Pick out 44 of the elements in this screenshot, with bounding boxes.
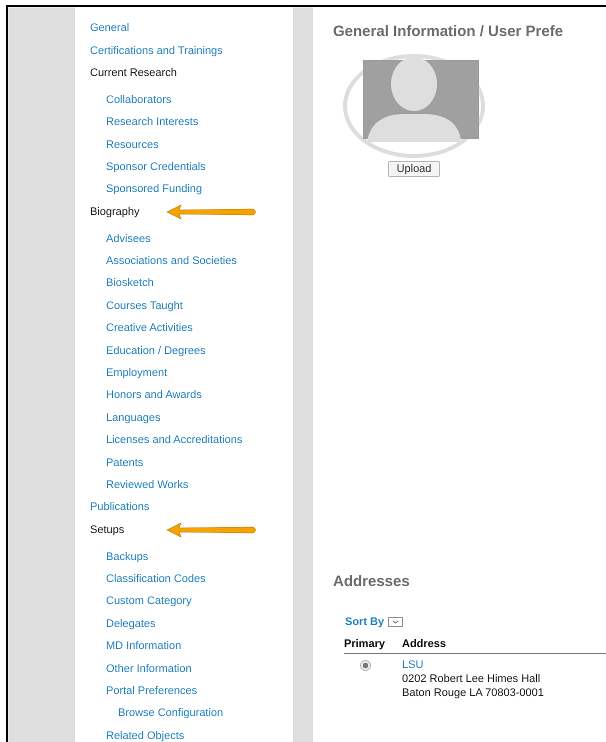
sidebar-link[interactable]: Collaborators <box>106 94 172 106</box>
sidebar-link[interactable]: Related Objects <box>106 730 184 742</box>
sort-by-link[interactable]: Sort By <box>345 616 384 628</box>
upload-button[interactable]: Upload <box>388 161 440 177</box>
sidebar-link[interactable]: Associations and Societies <box>106 255 237 268</box>
radio-button[interactable] <box>360 660 371 671</box>
avatar-icon <box>343 54 485 158</box>
sidebar-link[interactable]: Certifications and Trainings <box>90 44 223 57</box>
sidebar-link[interactable]: Backups <box>106 550 148 563</box>
sidebar-link[interactable]: Browse Configuration <box>118 707 224 720</box>
sidebar-heading: Setups <box>90 524 124 536</box>
sidebar-link[interactable]: Patents <box>106 456 144 469</box>
sidebar-link[interactable]: Sponsor Credentials <box>106 161 206 174</box>
address-line: 0202 Robert Lee Himes Hall <box>402 672 542 686</box>
sidebar-link[interactable]: MD Information <box>106 640 182 652</box>
sidebar-heading: Biography <box>90 206 140 218</box>
sidebar-link[interactable]: General <box>90 22 130 34</box>
sidebar-link[interactable]: Sponsored Funding <box>106 183 202 196</box>
column-header: Primary <box>344 638 386 650</box>
sidebar-link[interactable]: Biosketch <box>106 277 154 290</box>
sidebar-link[interactable]: Portal Preferences <box>106 685 198 698</box>
sidebar-link[interactable]: Custom Category <box>106 595 192 608</box>
sidebar-link[interactable]: Other Information <box>106 662 192 675</box>
sidebar-link[interactable]: Licenses and Accreditations <box>106 434 242 446</box>
sidebar-link[interactable]: Classification Codes <box>106 573 206 586</box>
sidebar-link[interactable]: Publications <box>90 501 150 514</box>
sidebar-link[interactable]: Research Interests <box>106 116 198 128</box>
sidebar-link[interactable]: Honors and Awards <box>106 389 202 402</box>
sidebar-link[interactable]: Creative Activities <box>106 322 193 334</box>
dropdown-icon[interactable] <box>388 617 404 627</box>
sidebar-link[interactable]: Advisees <box>106 232 151 245</box>
sidebar-link[interactable]: Education / Degrees <box>106 344 206 357</box>
sidebar-link[interactable]: Employment <box>106 367 168 380</box>
page-title: General Information / User Prefe <box>333 23 564 40</box>
sidebar-heading: Current Research <box>90 66 177 79</box>
address-link[interactable]: LSU <box>402 658 544 672</box>
sidebar-link[interactable]: Delegates <box>106 618 156 630</box>
sidebar-link[interactable]: Resources <box>106 138 159 151</box>
sidebar-link[interactable]: Languages <box>106 412 160 424</box>
section-heading: Addresses <box>333 573 411 590</box>
address-line: Baton Rouge LA 70803-0001 <box>402 686 544 700</box>
column-header: Address <box>402 638 446 650</box>
sidebar-link[interactable]: Courses Taught <box>106 300 183 312</box>
sidebar-link[interactable]: Reviewed Works <box>106 479 188 491</box>
